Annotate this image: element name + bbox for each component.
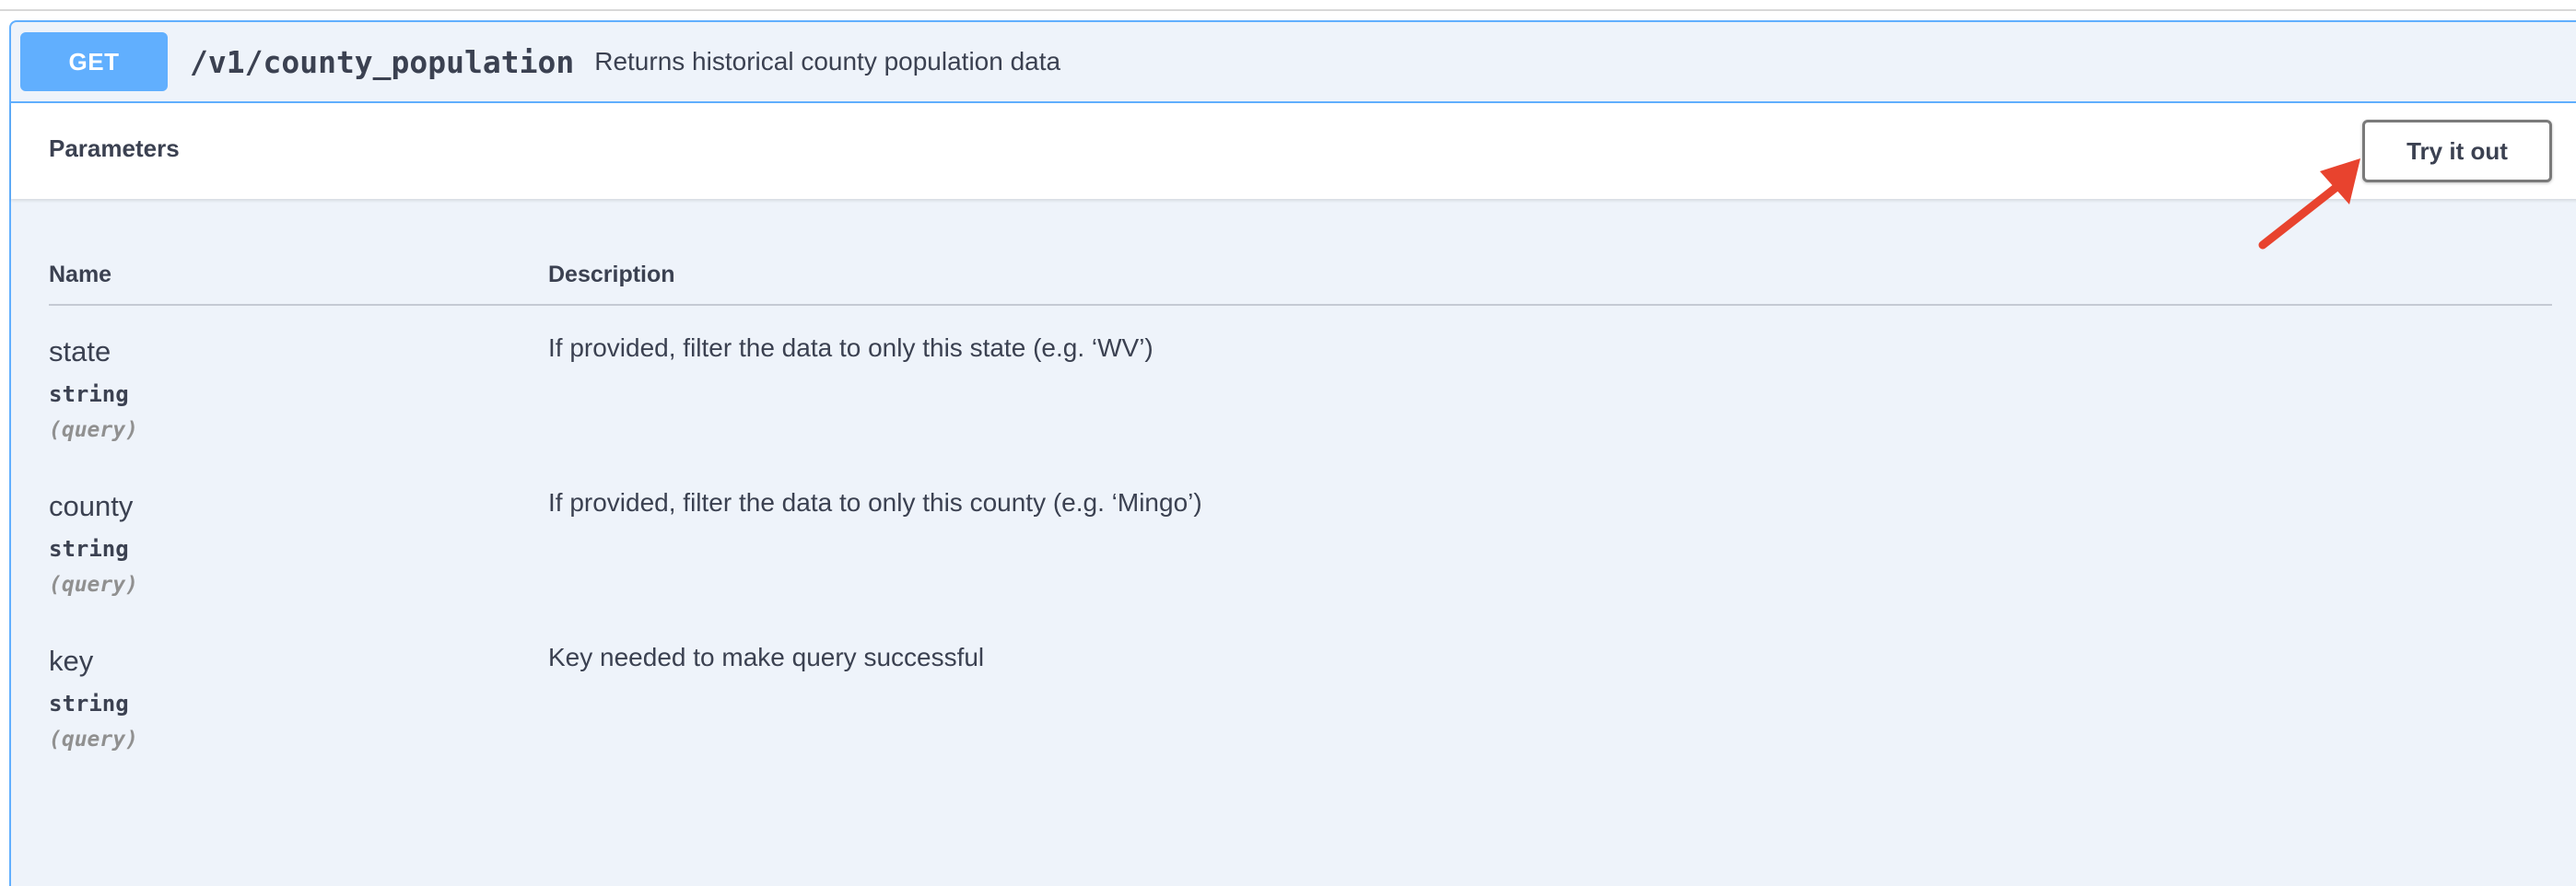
parameter-name: county xyxy=(49,490,134,522)
operation-block-get: GET /v1/county_population Returns histor… xyxy=(9,20,2576,886)
parameters-table-header: Name Description xyxy=(49,260,2552,306)
parameter-location: (query) xyxy=(49,573,138,597)
parameter-type: string xyxy=(49,536,129,562)
parameter-name: key xyxy=(49,645,94,677)
parameter-location: (query) xyxy=(49,728,138,752)
top-divider xyxy=(0,9,2576,11)
endpoint-path: /v1/county_population xyxy=(190,43,575,80)
try-it-out-button[interactable]: Try it out xyxy=(2362,120,2552,182)
parameter-location: (query) xyxy=(49,418,138,442)
parameters-title: Parameters xyxy=(49,134,180,162)
parameter-type: string xyxy=(49,691,129,717)
http-method-badge: GET xyxy=(20,32,168,91)
parameter-name: state xyxy=(49,335,111,367)
operation-summary[interactable]: GET /v1/county_population Returns histor… xyxy=(11,22,2576,103)
endpoint-summary: Returns historical county population dat… xyxy=(594,47,1061,76)
parameter-description: Key needed to make query successful xyxy=(548,643,985,671)
parameter-row-state: state string (query) If provided, filter… xyxy=(49,333,2552,490)
column-header-name: Name xyxy=(49,262,112,287)
parameter-row-key: key string (query) Key needed to make qu… xyxy=(49,643,2552,799)
parameter-description: If provided, filter the data to only thi… xyxy=(548,488,1202,517)
parameter-row-county: county string (query) If provided, filte… xyxy=(49,488,2552,645)
parameter-type: string xyxy=(49,381,129,407)
parameter-description: If provided, filter the data to only thi… xyxy=(548,333,1153,362)
column-header-description: Description xyxy=(548,262,675,287)
parameters-header: Parameters Try it out xyxy=(11,103,2576,199)
